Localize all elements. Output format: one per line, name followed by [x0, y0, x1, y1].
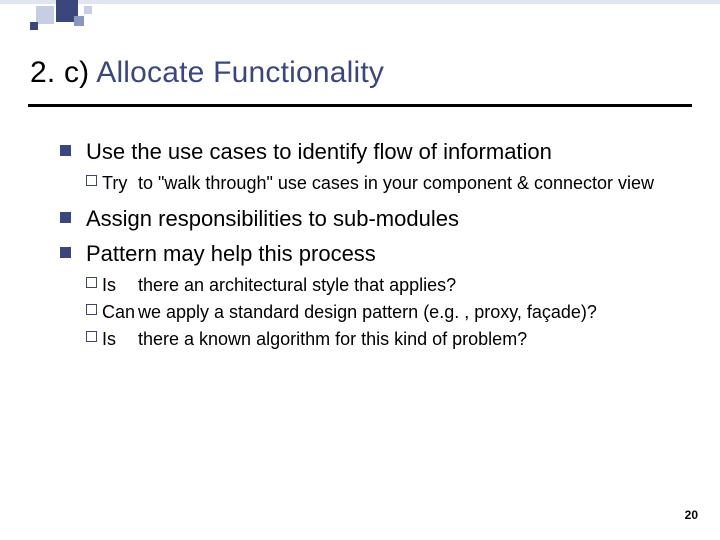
hollow-square-icon	[86, 331, 97, 342]
sub-item-rest: there a known algorithm for this kind of…	[138, 329, 527, 349]
sub-item-rest: there an architectural style that applie…	[138, 275, 456, 295]
sub-list-item: Try to "walk through" use cases in your …	[86, 172, 682, 195]
sub-item-lead: Can	[102, 301, 135, 324]
sub-list-item: Is there an architectural style that app…	[86, 274, 682, 297]
title-prefix: 2. c)	[30, 56, 96, 89]
list-item: Assign responsibilities to sub-modules	[60, 205, 682, 233]
sub-list-item: Can we apply a standard design pattern (…	[86, 301, 682, 324]
page-number: 20	[685, 508, 698, 522]
sub-item-lead: Is	[102, 328, 116, 351]
top-strip	[0, 0, 720, 4]
deco-square	[36, 6, 54, 24]
deco-square	[84, 6, 92, 14]
hollow-square-icon	[86, 277, 97, 288]
list-item-text: Assign responsibilities to sub-modules	[86, 206, 459, 231]
deco-square	[30, 22, 38, 30]
sub-item-lead: Try	[102, 172, 127, 195]
slide-body: Use the use cases to identify flow of in…	[60, 138, 682, 361]
sub-item-lead: Is	[102, 274, 116, 297]
hollow-square-icon	[86, 175, 97, 186]
title-underline	[28, 104, 692, 107]
list-item-text: Use the use cases to identify flow of in…	[86, 139, 552, 164]
top-decoration	[0, 0, 720, 38]
deco-square	[74, 16, 84, 26]
hollow-square-icon	[86, 304, 97, 315]
sub-list: Is there an architectural style that app…	[86, 274, 682, 351]
list-item: Use the use cases to identify flow of in…	[60, 138, 682, 195]
sub-item-rest: we apply a standard design pattern (e.g.…	[138, 302, 597, 322]
sub-item-rest: to "walk through" use cases in your comp…	[138, 173, 654, 193]
sub-list-item: Is there a known algorithm for this kind…	[86, 328, 682, 351]
list-item-text: Pattern may help this process	[86, 241, 376, 266]
slide-title: 2. c) Allocate Functionality	[30, 56, 384, 90]
sub-list: Try to "walk through" use cases in your …	[86, 172, 682, 195]
bullet-list: Use the use cases to identify flow of in…	[60, 138, 682, 351]
slide: { "title": { "prefix": "2. c) ", "main":…	[0, 0, 720, 540]
title-main: Allocate Functionality	[96, 56, 384, 89]
list-item: Pattern may help this process Is there a…	[60, 240, 682, 351]
